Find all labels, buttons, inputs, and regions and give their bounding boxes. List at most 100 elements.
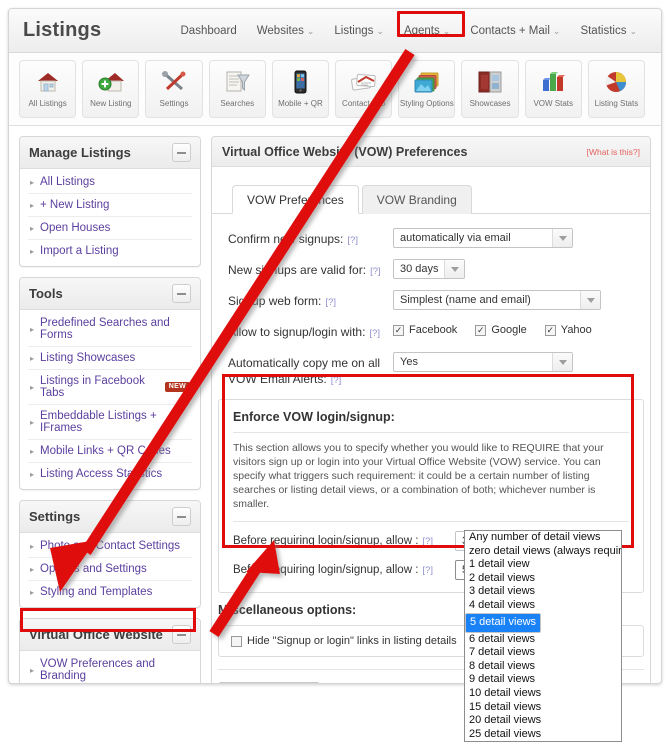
sidebar-item-new-listing[interactable]: ▸ + New Listing	[28, 194, 192, 217]
toolbar-button-showcases[interactable]: Showcases	[461, 60, 519, 118]
checkbox-label: Yahoo	[560, 324, 592, 336]
collapse-button[interactable]	[172, 284, 191, 303]
main-panel-title: Virtual Office Website (VOW) Preferences	[222, 144, 468, 159]
checkbox-google[interactable]: ✓ Google	[475, 324, 527, 336]
dropdown-option[interactable]: zero detail views (always require)	[465, 545, 621, 559]
panel-title: Settings	[29, 509, 81, 524]
nav-item-agents[interactable]: Agents ⌄	[394, 19, 460, 43]
sidebar-item-mobile-links-qr[interactable]: ▸ Mobile Links + QR Codes	[28, 440, 192, 463]
dropdown-option[interactable]: 10 detail views	[465, 687, 621, 701]
sidebar-item-import-a-listing[interactable]: ▸ Import a Listing	[28, 240, 192, 262]
checkbox-yahoo[interactable]: ✓ Yahoo	[544, 324, 592, 336]
toolbar-label: Showcases	[469, 99, 511, 108]
dropdown-option[interactable]: 3 detail views	[465, 585, 621, 599]
sidebar-item-listing-showcases[interactable]: ▸ Listing Showcases	[28, 347, 192, 370]
chevron-down-icon: ⌄	[552, 25, 561, 36]
dropdown-option[interactable]: 1 detail view	[465, 558, 621, 572]
panel-title: Tools	[29, 286, 63, 301]
help-icon[interactable]: [?]	[422, 565, 433, 576]
main-panel-header: Virtual Office Website (VOW) Preferences…	[212, 137, 650, 167]
pie-chart-icon	[602, 67, 630, 97]
toolbar-button-styling-options[interactable]: Styling Options	[398, 60, 456, 118]
sidebar-item-predefined-searches[interactable]: ▸ Predefined Searches and Forms	[28, 312, 192, 347]
dropdown-option[interactable]: 9 detail views	[465, 673, 621, 687]
nav-item-contacts-mail[interactable]: Contacts + Mail ⌄	[460, 19, 570, 43]
dropdown-detail-views-options[interactable]: Any number of detail views zero detail v…	[464, 530, 622, 742]
chevron-down-icon	[580, 291, 600, 309]
chevron-down-icon	[552, 229, 572, 247]
nav-label: Contacts + Mail	[470, 24, 550, 37]
sidebar-item-styling-templates[interactable]: ▸ Styling and Templates	[28, 581, 192, 603]
dropdown-option[interactable]: 6 detail views	[465, 633, 621, 647]
dropdown-option-selected[interactable]: 5 detail views	[465, 612, 542, 633]
collapse-button[interactable]	[172, 507, 191, 526]
toolbar-button-contact-info[interactable]: Contact Info	[335, 60, 393, 118]
bullet-icon: ▸	[30, 324, 35, 334]
dropdown-option[interactable]: 15 detail views	[465, 701, 621, 715]
panel-title: Virtual Office Website	[29, 627, 163, 642]
sidebar-item-listing-access-statistics[interactable]: ▸ Listing Access Statistics	[28, 463, 192, 485]
toolbar-button-searches[interactable]: Searches	[208, 60, 266, 118]
dropdown-option[interactable]: 25 detail views	[465, 728, 621, 742]
collapse-button[interactable]	[172, 625, 191, 644]
field-confirm-new-signups: Confirm new signups: [?] automatically vi…	[228, 228, 634, 249]
collapse-button[interactable]	[172, 143, 191, 162]
select-value: 30 days	[400, 263, 439, 275]
panel-header: Virtual Office Website	[20, 619, 200, 651]
help-icon[interactable]: [?]	[369, 328, 380, 339]
sidebar-item-vow-preferences-and-branding[interactable]: ▸ VOW Preferences and Branding	[28, 653, 192, 683]
dropdown-option[interactable]: 7 detail views	[465, 646, 621, 660]
bullet-icon: ▸	[30, 446, 35, 456]
dropdown-option[interactable]: 2 detail views	[465, 572, 621, 586]
dropdown-option[interactable]: 4 detail views	[465, 599, 621, 613]
chevron-down-icon: ⌄	[629, 25, 637, 36]
label-text-line2: VOW Email Alerts:	[228, 372, 327, 386]
help-icon[interactable]: [?]	[331, 375, 342, 386]
help-icon[interactable]: [?]	[347, 235, 358, 246]
sidebar-item-all-listings[interactable]: ▸ All Listings	[28, 171, 192, 194]
select-signups-valid-for[interactable]: 30 days	[393, 259, 465, 279]
tab-vow-branding[interactable]: VOW Branding	[361, 185, 472, 214]
what-is-this-link[interactable]: [What is this?]	[587, 147, 640, 157]
reload-button[interactable]: Reload	[218, 682, 320, 683]
nav-item-websites[interactable]: Websites ⌄	[247, 19, 325, 43]
tab-bar: VOW Preferences VOW Branding	[212, 167, 650, 214]
sidebar-item-label: Import a Listing	[40, 245, 119, 257]
toolbar-button-vow-stats[interactable]: VOW Stats	[524, 60, 582, 118]
toolbar-button-listing-stats[interactable]: Listing Stats	[587, 60, 646, 118]
select-value: Simplest (name and email)	[400, 294, 531, 306]
nav-item-statistics[interactable]: Statistics ⌄	[570, 19, 647, 43]
toolbar-button-new-listing[interactable]: New Listing	[82, 60, 140, 118]
sidebar-item-photo-contact-settings[interactable]: ▸ Photo and Contact Settings	[28, 535, 192, 558]
toolbar-button-all-listings[interactable]: All Listings	[19, 60, 77, 118]
help-icon[interactable]: [?]	[422, 536, 433, 547]
minus-icon	[177, 515, 186, 518]
checkbox-facebook[interactable]: ✓ Facebook	[393, 324, 457, 336]
tab-vow-preferences[interactable]: VOW Preferences	[232, 185, 359, 214]
toolbar-label: Searches	[220, 99, 255, 108]
toolbar-button-mobile-qr[interactable]: Mobile + QR	[271, 60, 330, 118]
dropdown-option[interactable]: 8 detail views	[465, 660, 621, 674]
toolbar-button-settings[interactable]: Settings	[145, 60, 203, 118]
nav-item-dashboard[interactable]: Dashboard	[171, 19, 247, 43]
sidebar-item-embeddable-listings[interactable]: ▸ Embeddable Listings + IFrames	[28, 405, 192, 440]
sidebar-item-facebook-tabs[interactable]: ▸ Listings in Facebook Tabs NEW	[28, 370, 192, 405]
help-icon[interactable]: [?]	[370, 266, 381, 277]
sidebar-item-open-houses[interactable]: ▸ Open Houses	[28, 217, 192, 240]
sidebar-item-label: VOW Preferences and Branding	[40, 658, 156, 682]
tab-label: VOW Branding	[376, 193, 457, 207]
select-confirm-new-signups[interactable]: automatically via email	[393, 228, 573, 248]
sidebar-item-label: Predefined Searches and Forms	[40, 317, 170, 341]
toolbar-label: Styling Options	[399, 99, 454, 108]
sidebar-panel-virtual-office-website: Virtual Office Website ▸ VOW Preferences …	[19, 618, 201, 683]
select-signup-web-form[interactable]: Simplest (name and email)	[393, 290, 601, 310]
help-icon[interactable]: [?]	[325, 297, 336, 308]
panel-body: ▸VOW Preferences and Branding ▸Customize…	[20, 651, 200, 683]
sidebar-panel-tools: Tools ▸ Predefined Searches and Forms ▸ Li…	[19, 277, 201, 490]
select-auto-copy-email-alerts[interactable]: Yes	[393, 352, 573, 372]
sidebar-item-options-settings[interactable]: ▸ Options and Settings	[28, 558, 192, 581]
dropdown-option[interactable]: 20 detail views	[465, 714, 621, 728]
nav-item-listings[interactable]: Listings ⌄	[324, 19, 394, 43]
toolbar-label: Mobile + QR	[278, 99, 323, 108]
dropdown-option[interactable]: Any number of detail views	[465, 531, 621, 545]
